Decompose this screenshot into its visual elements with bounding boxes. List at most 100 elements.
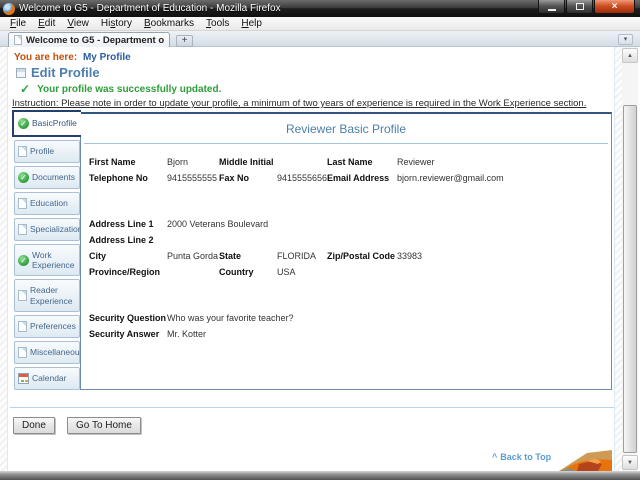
checkmark-icon: ✓ <box>20 83 30 95</box>
sidebar-tab-label: Profile <box>30 146 54 156</box>
menu-file[interactable]: File <box>4 18 32 29</box>
window-bottom-edge <box>0 471 640 480</box>
menu-bookmarks[interactable]: Bookmarks <box>138 18 200 29</box>
breadcrumb-prefix: You are here: <box>14 52 77 63</box>
footer-divider <box>10 407 614 408</box>
field-value: 9415555656 <box>275 170 327 186</box>
close-icon: × <box>612 2 618 12</box>
sidebar-tab-basicprofile[interactable]: ✓BasicProfile <box>12 110 81 137</box>
profile-panel: Reviewer Basic Profile First NameBjornMi… <box>80 112 612 390</box>
vertical-scrollbar[interactable]: ▲ ▼ <box>622 47 638 471</box>
sidebar-tab-miscellaneous[interactable]: Miscellaneous <box>14 341 80 364</box>
menu-history[interactable]: History <box>95 18 138 29</box>
panel-divider <box>84 143 608 144</box>
field-value <box>165 264 219 280</box>
scroll-up-button[interactable]: ▲ <box>622 48 638 63</box>
field-label: Email Address <box>327 170 395 186</box>
field-label: Telephone No <box>89 170 165 186</box>
scroll-down-button[interactable]: ▼ <box>622 455 638 470</box>
window-controls: × <box>538 0 635 14</box>
field-label <box>327 310 395 326</box>
field-value: USA <box>275 264 327 280</box>
close-button[interactable]: × <box>594 0 635 14</box>
field-label: Country <box>219 264 275 280</box>
page-icon <box>18 347 27 358</box>
menu-view[interactable]: View <box>61 18 95 29</box>
sidebar-tab-label: Work Experience <box>32 250 78 270</box>
sidebar-tab-label: Documents <box>32 172 75 182</box>
back-to-top-link[interactable]: ^Back to Top <box>492 452 551 462</box>
maximize-icon <box>576 3 584 10</box>
field-value: FLORIDA <box>275 248 327 264</box>
list-all-tabs-button[interactable]: ▾ <box>618 34 633 45</box>
field-label: Address Line 2 <box>89 232 165 248</box>
page-right-margin <box>614 47 622 471</box>
edit-profile-icon <box>16 68 26 78</box>
field-label: Last Name <box>327 154 395 170</box>
page-viewport: You are here: My Profile Edit Profile ✓ … <box>0 47 640 471</box>
field-label: Province/Region <box>89 264 165 280</box>
field-row: CityPunta GordaStateFLORIDAZip/Postal Co… <box>89 248 601 264</box>
sidebar-tabs: ✓BasicProfileProfile✓DocumentsEducationS… <box>12 110 81 393</box>
scrollbar-thumb[interactable] <box>623 105 637 453</box>
new-tab-button[interactable]: + <box>176 35 193 47</box>
field-value: Mr. Kotter <box>165 326 219 342</box>
tab-strip: Welcome to G5 - Department of Edu... + ▾ <box>0 31 640 47</box>
sidebar-tab-work-experience[interactable]: ✓Work Experience <box>14 244 80 276</box>
browser-tab[interactable]: Welcome to G5 - Department of Edu... <box>8 32 170 47</box>
page-icon <box>18 198 27 209</box>
field-value <box>165 232 219 248</box>
page-icon <box>14 35 22 45</box>
decorative-graphic <box>553 447 612 471</box>
field-row: Security AnswerMr. Kotter <box>89 326 601 342</box>
sidebar-tab-specialization[interactable]: Specialization <box>14 218 80 241</box>
field-value: Bjorn <box>165 154 219 170</box>
panel-title: Reviewer Basic Profile <box>81 122 611 136</box>
field-label <box>219 326 275 342</box>
field-value <box>395 216 601 232</box>
field-value: 9415555555 <box>165 170 219 186</box>
field-value: 2000 Veterans Boulevard <box>165 216 219 232</box>
sidebar-tab-preferences[interactable]: Preferences <box>14 315 80 338</box>
sidebar-tab-label: Miscellaneous <box>30 347 84 357</box>
sidebar-tab-label: Preferences <box>30 321 76 331</box>
sidebar-tab-calendar[interactable]: Calendar <box>14 367 80 390</box>
profile-section-3: Security QuestionWho was your favorite t… <box>89 310 601 342</box>
maximize-button[interactable] <box>566 0 593 14</box>
instruction-text: Instruction: Please note in order to upd… <box>12 98 586 109</box>
field-label: Zip/Postal Code <box>327 248 395 264</box>
done-button[interactable]: Done <box>13 417 55 434</box>
field-row: Province/Region CountryUSA <box>89 264 601 280</box>
field-value: bjorn.reviewer@gmail.com <box>395 170 601 186</box>
profile-section-1: First NameBjornMiddle InitialLast NameRe… <box>89 154 601 186</box>
calendar-icon <box>18 373 29 384</box>
page-icon <box>18 224 27 235</box>
minimize-button[interactable] <box>538 0 565 14</box>
sidebar-tab-documents[interactable]: ✓Documents <box>14 166 80 189</box>
sidebar-tab-profile[interactable]: Profile <box>14 140 80 163</box>
menu-tools[interactable]: Tools <box>200 18 235 29</box>
field-label: Address Line 1 <box>89 216 165 232</box>
check-icon: ✓ <box>18 118 29 129</box>
menu-help[interactable]: Help <box>235 18 268 29</box>
field-value: Reviewer <box>395 154 601 170</box>
sidebar-tab-label: Education <box>30 198 68 208</box>
sidebar-tab-label: Specialization <box>30 224 82 234</box>
field-value: Punta Gorda <box>165 248 219 264</box>
panel-body: First NameBjornMiddle InitialLast NameRe… <box>81 154 611 342</box>
field-label: Middle Initial <box>219 154 275 170</box>
menubar: FileEditViewHistoryBookmarksToolsHelp <box>0 17 640 31</box>
title-bar: Welcome to G5 - Department of Education … <box>0 0 640 17</box>
success-text: Your profile was successfully updated. <box>37 84 221 95</box>
sidebar-tab-label: Calendar <box>32 373 67 383</box>
sidebar-tab-reader-experience[interactable]: Reader Experience <box>14 279 80 311</box>
go-to-home-button[interactable]: Go To Home <box>67 417 141 434</box>
menu-edit[interactable]: Edit <box>32 18 61 29</box>
breadcrumb-my-profile-link[interactable]: My Profile <box>83 52 131 63</box>
field-row: Security QuestionWho was your favorite t… <box>89 310 601 326</box>
profile-section-2: Address Line 12000 Veterans BoulevardAdd… <box>89 216 601 280</box>
field-value <box>275 154 327 170</box>
sidebar-tab-education[interactable]: Education <box>14 192 80 215</box>
field-value <box>275 326 327 342</box>
caret-up-icon: ^ <box>492 452 497 462</box>
